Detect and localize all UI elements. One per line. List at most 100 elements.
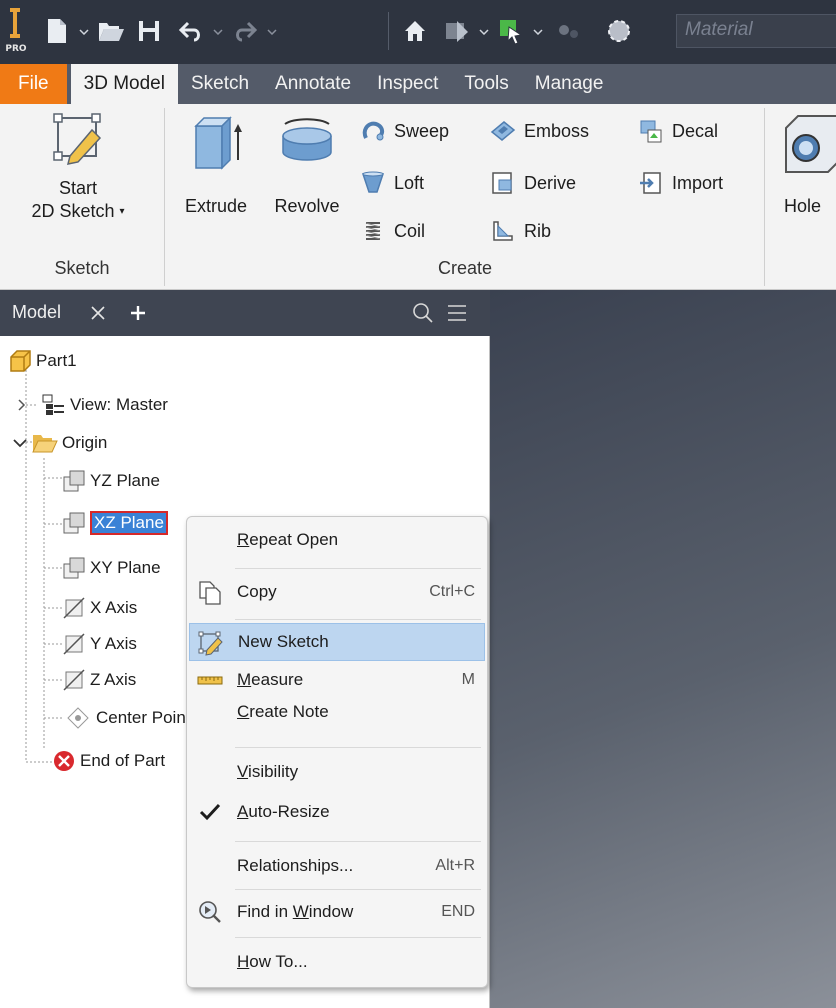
derive-icon bbox=[492, 172, 512, 194]
chevron-down-icon bbox=[533, 29, 543, 35]
update-dropdown[interactable] bbox=[478, 22, 490, 42]
tab-inspect[interactable]: Inspect bbox=[364, 64, 451, 104]
redo-button[interactable] bbox=[228, 14, 262, 48]
menu-item-new-sketch[interactable]: New Sketch bbox=[189, 623, 485, 661]
loft-button[interactable]: Loft bbox=[360, 166, 424, 200]
tab-manage[interactable]: Manage bbox=[522, 64, 617, 104]
inventor-logo: PRO bbox=[4, 6, 28, 60]
derive-label: Derive bbox=[524, 172, 577, 193]
new-file-dropdown[interactable] bbox=[78, 22, 90, 42]
tree-node-label: Origin bbox=[62, 433, 108, 452]
tree-node-label: Part1 bbox=[36, 351, 77, 370]
chevron-down-icon bbox=[79, 29, 89, 35]
measure-icon bbox=[197, 676, 223, 685]
menu-item-repeat-open[interactable]: Repeat Open bbox=[189, 521, 485, 559]
extrude-button[interactable]: Extrude bbox=[172, 112, 260, 218]
menu-icon[interactable] bbox=[446, 302, 468, 324]
select-dropdown[interactable] bbox=[532, 22, 544, 42]
menu-item-visibility[interactable]: Visibility bbox=[189, 753, 485, 791]
work-axis-icon bbox=[63, 669, 85, 691]
sweep-label: Sweep bbox=[394, 120, 450, 141]
tree-node-z-axis[interactable]: Z Axis bbox=[62, 663, 136, 697]
tree-node-xy-plane[interactable]: XY Plane bbox=[62, 551, 161, 585]
tree-node-label: Y Axis bbox=[90, 634, 137, 653]
sweep-button[interactable]: Sweep bbox=[360, 114, 449, 148]
menu-item-shortcut: Alt+R bbox=[435, 857, 475, 874]
graphics-viewport[interactable] bbox=[490, 290, 836, 1008]
menu-item-auto-resize[interactable]: Auto-Resize bbox=[189, 793, 485, 831]
emboss-button[interactable]: Emboss bbox=[490, 114, 589, 148]
part-icon bbox=[10, 350, 31, 372]
coil-button[interactable]: Coil bbox=[360, 214, 425, 248]
tab-tools[interactable]: Tools bbox=[451, 64, 521, 104]
menu-item-shortcut: END bbox=[441, 903, 475, 920]
new-file-button[interactable] bbox=[40, 14, 74, 48]
tab-file[interactable]: File bbox=[0, 64, 67, 104]
update-button[interactable] bbox=[440, 14, 474, 48]
revolve-button[interactable]: Revolve bbox=[262, 112, 352, 218]
tree-node-yz-plane[interactable]: YZ Plane bbox=[62, 464, 160, 498]
select-icon bbox=[500, 20, 523, 45]
open-button[interactable] bbox=[94, 14, 128, 48]
hole-button[interactable]: Hole bbox=[770, 112, 836, 218]
undo-button[interactable] bbox=[174, 14, 208, 48]
material-selector[interactable]: Material bbox=[676, 14, 836, 48]
chevron-down-icon bbox=[479, 29, 489, 35]
home-button[interactable] bbox=[398, 14, 432, 48]
menu-separator bbox=[235, 568, 481, 569]
menu-item-how-to[interactable]: How To... bbox=[189, 943, 485, 981]
decal-button[interactable]: Decal bbox=[638, 114, 718, 148]
decal-icon bbox=[640, 120, 662, 143]
save-icon bbox=[139, 21, 159, 41]
appearance-button[interactable] bbox=[552, 14, 586, 48]
tab-sketch[interactable]: Sketch bbox=[178, 64, 262, 104]
tab-annotate[interactable]: Annotate bbox=[262, 64, 364, 104]
browser-tab-model[interactable]: Model bbox=[12, 302, 61, 323]
tree-node-center-point[interactable]: Center Point bbox=[66, 701, 191, 735]
tree-node-end-of-part[interactable]: End of Part bbox=[52, 744, 165, 778]
redo-dropdown[interactable] bbox=[266, 22, 278, 42]
tree-node-view-master[interactable]: View: Master bbox=[16, 388, 168, 422]
tree-node-part1[interactable]: Part1 bbox=[8, 344, 77, 378]
menu-item-label: Measure bbox=[237, 670, 304, 689]
menu-item-create-note[interactable]: Create Note bbox=[189, 693, 485, 731]
start-2d-sketch-button[interactable]: Start 2D Sketch ▾ bbox=[8, 112, 148, 223]
update-icon bbox=[446, 21, 468, 42]
rib-button[interactable]: Rib bbox=[490, 214, 551, 248]
start-2d-sketch-label-2: 2D Sketch ▾ bbox=[31, 201, 125, 221]
menu-item-label: Auto-Resize bbox=[237, 802, 330, 821]
menu-item-copy[interactable]: Copy Ctrl+C bbox=[189, 573, 485, 611]
menu-item-label: New Sketch bbox=[238, 632, 329, 651]
chevron-down-icon[interactable] bbox=[12, 436, 28, 450]
inventor-logo-icon bbox=[10, 8, 20, 38]
derive-button[interactable]: Derive bbox=[490, 166, 576, 200]
tab-3d-model[interactable]: 3D Model bbox=[70, 64, 178, 104]
add-tab-icon[interactable] bbox=[130, 305, 146, 321]
new-sketch-icon bbox=[198, 631, 223, 656]
import-button[interactable]: Import bbox=[638, 166, 723, 200]
close-icon[interactable] bbox=[90, 305, 106, 321]
material-button[interactable] bbox=[602, 14, 636, 48]
tree-node-origin[interactable]: Origin bbox=[12, 426, 107, 460]
tree-node-label: View: Master bbox=[70, 395, 168, 414]
tree-node-label: YZ Plane bbox=[90, 471, 160, 490]
import-icon bbox=[640, 172, 661, 194]
chevron-right-icon[interactable] bbox=[16, 398, 28, 412]
toolbar-separator bbox=[388, 12, 389, 50]
tree-node-y-axis[interactable]: Y Axis bbox=[62, 627, 137, 661]
find-in-window-icon bbox=[199, 901, 221, 923]
search-icon[interactable] bbox=[412, 302, 434, 324]
tree-node-xz-plane[interactable]: XZ Plane bbox=[62, 506, 168, 540]
select-button[interactable] bbox=[494, 14, 528, 48]
save-button[interactable] bbox=[132, 14, 166, 48]
folder-open-icon bbox=[99, 23, 124, 41]
menu-item-find-in-window[interactable]: Find in Window END bbox=[189, 893, 485, 931]
menu-item-relationships[interactable]: Relationships... Alt+R bbox=[189, 847, 485, 885]
checkmark-icon bbox=[199, 803, 221, 821]
quick-access-toolbar: PRO Material bbox=[0, 0, 836, 64]
menu-item-label: How To... bbox=[237, 952, 308, 971]
tree-node-x-axis[interactable]: X Axis bbox=[62, 591, 137, 625]
work-plane-icon bbox=[63, 470, 85, 492]
menu-separator bbox=[235, 937, 481, 938]
undo-dropdown[interactable] bbox=[212, 22, 224, 42]
